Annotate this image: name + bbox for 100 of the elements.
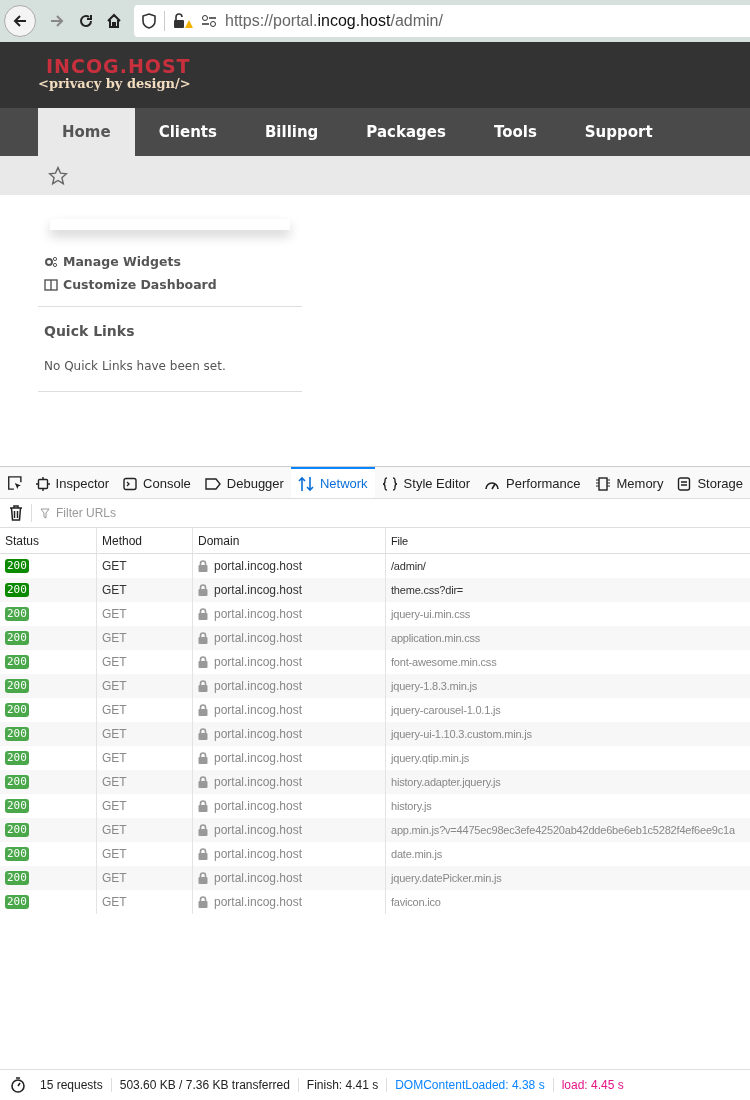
table-cell: portal.incog.host xyxy=(214,607,303,621)
table-cell: portal.incog.host xyxy=(214,823,303,837)
braces-icon xyxy=(381,476,398,491)
devtools-tab[interactable]: Memory xyxy=(587,467,671,498)
devtools-tab[interactable]: Style Editor xyxy=(374,467,478,498)
transfer-size: 503.60 KB / 7.36 KB transferred xyxy=(110,1078,298,1092)
lock-icon xyxy=(198,632,208,644)
status-badge: 200 xyxy=(5,823,29,837)
table-cell: GET xyxy=(97,626,193,650)
lock-icon xyxy=(198,608,208,620)
table-cell-text: jquery-1.8.3.min.js xyxy=(389,679,479,694)
table-cell: GET xyxy=(97,674,193,698)
table-cell: GET xyxy=(97,818,193,842)
trash-icon[interactable] xyxy=(9,505,23,521)
dashboard-link[interactable]: Customize Dashboard xyxy=(44,277,302,292)
shield-icon xyxy=(142,13,156,29)
lock-icon xyxy=(198,560,208,572)
table-cell-text: /admin/ xyxy=(390,559,427,574)
table-cell-text: jquery-ui-1.10.3.custom.min.js xyxy=(389,727,533,742)
status-badge: 200 xyxy=(5,895,29,909)
tag-icon xyxy=(204,476,221,491)
table-cell-text: jquery.datePicker.min.js xyxy=(389,871,503,886)
status-badge: 200 xyxy=(5,679,29,693)
status-badge: 200 xyxy=(5,583,29,597)
table-cell: portal.incog.host xyxy=(214,751,303,765)
devtools-tab[interactable]: Storage xyxy=(670,467,750,498)
lock-icon xyxy=(198,848,208,860)
table-cell: portal.incog.host xyxy=(214,655,303,669)
table-cell: GET xyxy=(97,722,193,746)
funnel-icon xyxy=(40,507,50,519)
table-cell: portal.incog.host xyxy=(214,847,303,861)
status-badge: 200 xyxy=(5,799,29,813)
storage-icon xyxy=(677,476,692,491)
nav-tab[interactable]: Home xyxy=(38,108,135,156)
nav-tab[interactable]: Billing xyxy=(240,108,343,156)
table-cell: portal.incog.host xyxy=(214,583,303,597)
nav-tab[interactable]: Packages xyxy=(342,108,470,156)
lock-icon xyxy=(198,584,208,596)
lock-icon xyxy=(198,872,208,884)
lock-icon xyxy=(198,896,208,908)
back-button[interactable] xyxy=(4,5,36,37)
column-header[interactable]: Domain xyxy=(193,528,386,553)
reload-icon[interactable] xyxy=(78,13,94,29)
load-time: load: 4.45 s xyxy=(552,1078,632,1092)
devtools-tab[interactable]: Inspector xyxy=(28,467,117,498)
table-cell: portal.incog.host xyxy=(214,775,303,789)
devtools-tab[interactable]: Console xyxy=(116,467,198,498)
lock-icon xyxy=(198,800,208,812)
table-cell: portal.incog.host xyxy=(214,727,303,741)
table-cell: GET xyxy=(97,770,193,794)
table-cell: GET xyxy=(97,866,193,890)
nav-tab[interactable]: Support xyxy=(560,108,677,156)
columns-icon xyxy=(44,278,58,291)
devtools-tab[interactable]: Network xyxy=(290,467,375,498)
table-cell-text: date.min.js xyxy=(390,847,443,862)
lock-icon xyxy=(198,824,208,836)
console-icon xyxy=(123,476,138,491)
element-picker-icon[interactable] xyxy=(7,473,23,492)
address-bar[interactable]: https://portal.incog.host/admin/ xyxy=(134,5,750,37)
table-cell-text: jquery-carousel-1.0.1.js xyxy=(389,703,502,718)
nav-tab[interactable]: Clients xyxy=(134,108,241,156)
column-header[interactable]: Method xyxy=(97,528,193,553)
table-cell: GET xyxy=(97,578,193,602)
table-cell-text: history.adapter.jquery.js xyxy=(390,775,502,790)
devtools-tab[interactable]: Debugger xyxy=(197,467,291,498)
lock-icon xyxy=(198,680,208,692)
lock-icon xyxy=(198,704,208,716)
brand-name: INCOG.HOST xyxy=(45,56,192,76)
chip-icon xyxy=(594,476,611,491)
lock-icon xyxy=(198,728,208,740)
section-title: Quick Links xyxy=(44,323,136,339)
status-badge: 200 xyxy=(5,559,29,573)
column-header[interactable]: Status xyxy=(0,528,97,553)
request-count: 15 requests xyxy=(39,1078,104,1092)
table-cell: portal.incog.host xyxy=(214,679,303,693)
gears-icon xyxy=(44,255,58,268)
up-down-arrows-icon xyxy=(297,475,314,492)
lock-icon xyxy=(198,656,208,668)
url-text: https://portal.incog.host/admin/ xyxy=(225,12,443,30)
table-cell-text: jquery.qtip.min.js xyxy=(389,751,471,766)
inspector-icon xyxy=(35,476,50,491)
status-badge: 200 xyxy=(5,847,29,861)
star-icon[interactable] xyxy=(48,165,68,186)
dom-loaded-time: DOMContentLoaded: 4.38 s xyxy=(386,1078,553,1092)
status-badge: 200 xyxy=(5,751,29,765)
table-cell-text: font-awesome.min.css xyxy=(390,655,498,670)
table-cell-text: jquery-ui.min.css xyxy=(389,607,472,622)
stopwatch-icon xyxy=(10,1077,26,1093)
table-cell-text: theme.css?dir= xyxy=(390,583,465,598)
status-badge: 200 xyxy=(5,775,29,789)
table-cell: portal.incog.host xyxy=(214,871,303,885)
home-icon[interactable] xyxy=(106,13,122,29)
nav-tab[interactable]: Tools xyxy=(469,108,561,156)
table-cell: GET xyxy=(97,890,193,914)
table-cell: portal.incog.host xyxy=(214,895,303,909)
table-cell-text: history.js xyxy=(390,799,433,814)
devtools-tab[interactable]: Performance xyxy=(477,467,588,498)
lock-icon xyxy=(198,752,208,764)
column-header[interactable]: File xyxy=(386,528,750,553)
dashboard-link[interactable]: Manage Widgets xyxy=(44,254,302,269)
